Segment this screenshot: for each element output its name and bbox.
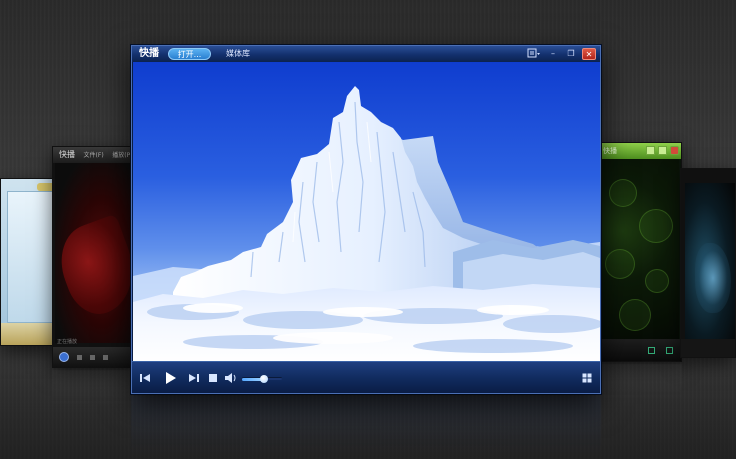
- speaker-icon: [225, 373, 236, 383]
- volume-button[interactable]: [224, 371, 238, 385]
- skin-video-area: [7, 191, 57, 323]
- stop-button[interactable]: [206, 371, 220, 385]
- restore-button[interactable]: ❐: [564, 48, 578, 60]
- water-splash-graphic: [695, 243, 731, 313]
- iceberg-scene: [133, 86, 600, 363]
- skin-control-bar: [53, 347, 133, 367]
- reflection-left: [52, 370, 134, 410]
- bokeh-circle: [639, 209, 673, 243]
- skin-video-area: [53, 163, 133, 343]
- previous-icon: [140, 374, 150, 382]
- play-button[interactable]: [161, 369, 179, 387]
- next-button[interactable]: [187, 371, 201, 385]
- bokeh-circle: [645, 269, 669, 293]
- skin-video-area: [599, 159, 679, 339]
- volume-knob[interactable]: [260, 375, 268, 383]
- skin-control-bar: [1, 323, 57, 345]
- red-swirl-graphic: [53, 213, 133, 323]
- reflection-right: [596, 364, 682, 404]
- close-button[interactable]: ✕: [582, 48, 596, 60]
- restore-icon: [658, 146, 667, 155]
- fullscreen-icon: [666, 347, 673, 354]
- stop-icon: [103, 354, 108, 360]
- next-icon: [189, 374, 199, 382]
- skin-preview-far-right: [680, 168, 736, 358]
- control-bar: [132, 361, 600, 393]
- skin-preview-left: 快播 文件(F) 播放(P) 正在播放: [52, 146, 134, 368]
- reflection-main-player: [131, 396, 601, 456]
- menu-icon[interactable]: [526, 48, 542, 60]
- bokeh-circle: [619, 299, 651, 331]
- play-icon: [166, 372, 176, 384]
- skin-app-title: 快播: [603, 147, 617, 155]
- stop-icon: [209, 374, 217, 382]
- skin-title-bar: 快播 文件(F) 播放(P): [53, 147, 133, 163]
- bokeh-circle: [605, 249, 635, 279]
- previous-button[interactable]: [138, 371, 152, 385]
- volume-slider[interactable]: [242, 375, 282, 383]
- tab-open[interactable]: 打开...: [168, 48, 211, 60]
- skin-control-bar: [597, 339, 681, 361]
- play-icon: [59, 352, 69, 362]
- title-bar[interactable]: 快播 打开... 媒体库 – ❐ ✕: [132, 46, 600, 62]
- video-display[interactable]: [133, 62, 600, 363]
- skin-video-area: [685, 183, 735, 339]
- skin-title-bar: 快播: [597, 143, 681, 159]
- app-title: 快播: [139, 48, 159, 59]
- prev-icon: [77, 354, 82, 360]
- skin-menu-file: 文件(F): [83, 152, 104, 159]
- skin-menu-play: 播放(P): [112, 152, 133, 159]
- window-controls: – ❐ ✕: [526, 48, 596, 60]
- restore-icon: [648, 347, 655, 354]
- minimize-icon: [646, 146, 655, 155]
- skin-preview-right: 快播: [596, 142, 682, 362]
- skin-app-title: 快播: [59, 150, 75, 159]
- skin-status-text: 正在播放: [57, 339, 78, 345]
- minimize-button[interactable]: –: [546, 48, 560, 60]
- main-player-window: 快播 打开... 媒体库 – ❐ ✕: [131, 45, 601, 394]
- close-icon: [670, 146, 679, 155]
- fullscreen-button[interactable]: [580, 371, 594, 385]
- skin-preview-far-left: [0, 178, 58, 346]
- tab-media-library[interactable]: 媒体库: [218, 48, 258, 60]
- next-icon: [90, 354, 95, 360]
- fullscreen-icon: [582, 373, 592, 383]
- bokeh-circle: [609, 179, 637, 207]
- skin-control-bar: [681, 339, 735, 357]
- menu-icon-graphic: [527, 48, 540, 58]
